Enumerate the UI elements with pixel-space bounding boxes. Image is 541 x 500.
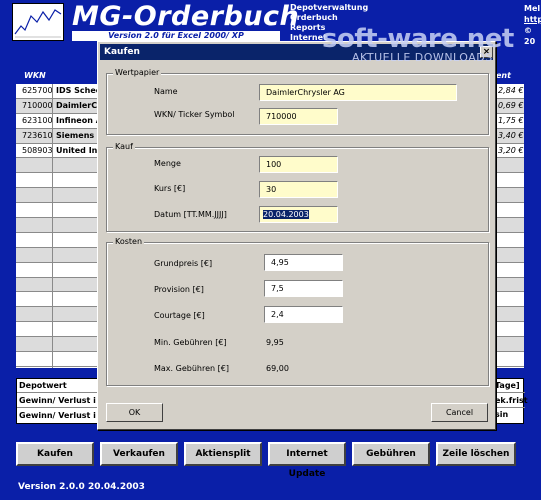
watermark-text: soft-ware.net <box>322 24 514 54</box>
wkn-label: WKN/ Ticker Symbol <box>154 110 235 119</box>
cell-right: 2,84 € <box>498 86 524 95</box>
cell-name: IDS Schee <box>56 86 102 95</box>
cell-right: 3,40 € <box>498 130 524 140</box>
max-gebuehren-value: 69,00 <box>266 364 289 373</box>
zeile-loeschen-button[interactable]: Zeile löschen <box>436 442 516 466</box>
grundpreis-field[interactable]: 4,95 <box>264 254 343 271</box>
provision-field[interactable]: 7,5 <box>264 280 343 297</box>
header-link[interactable]: http <box>524 14 541 25</box>
kauf-legend: Kauf <box>113 142 135 151</box>
cell-right: 3,20 € <box>498 145 524 155</box>
cell-name: Infineon A <box>56 115 102 125</box>
grid-header-wkn: WKN <box>24 71 46 80</box>
cell-wkn: 625700 <box>22 86 53 95</box>
internet-update-button[interactable]: Internet Update <box>268 442 346 479</box>
dialog-title: Kaufen <box>104 47 140 57</box>
grundpreis-label: Grundpreis [€] <box>154 259 213 268</box>
kosten-legend: Kosten <box>113 237 145 246</box>
cell-name: Siemens <box>56 130 95 140</box>
max-gebuehren-label: Max. Gebühren [€] <box>154 364 229 373</box>
grid-divider <box>52 84 53 368</box>
app-title: MG-Orderbuch <box>72 1 300 32</box>
kaufen-dialog: Kaufen × Wertpapier Name DaimlerChrysler… <box>97 41 496 430</box>
cell-wkn: 508903 <box>22 145 53 155</box>
cell-wkn: 623100 <box>22 115 53 125</box>
wkn-field[interactable]: 710000 <box>259 108 338 125</box>
gebuehren-button[interactable]: Gebühren <box>352 442 430 466</box>
app-subtitle: Version 2.0 für Excel 2000/ XP <box>72 31 280 41</box>
summary-label: Depotwert <box>19 381 67 390</box>
wertpapier-legend: Wertpapier <box>113 68 162 77</box>
provision-label: Provision [€] <box>154 285 204 294</box>
kurs-field[interactable]: 30 <box>259 181 338 198</box>
grid-header-right: ent <box>496 71 511 80</box>
courtage-label: Courtage [€] <box>154 311 205 320</box>
cell-wkn: 710000 <box>22 100 53 110</box>
menge-field[interactable]: 100 <box>259 156 338 173</box>
cell-right: 0,69 € <box>498 100 524 110</box>
version-label: Version 2.0.0 20.04.2003 <box>18 482 145 492</box>
cell-right: 1,75 € <box>498 115 524 125</box>
header-right-line: Mel <box>524 4 541 13</box>
cell-name: DaimlerC <box>56 100 98 110</box>
wertpapier-group: Wertpapier Name DaimlerChrysler AG WKN/ … <box>106 68 489 135</box>
cell-wkn: 723610 <box>22 130 53 140</box>
min-gebuehren-label: Min. Gebühren [€] <box>154 338 227 347</box>
menu-orderbuch[interactable]: Orderbuch <box>290 13 368 23</box>
datum-field-value: 20.04.2003 <box>263 210 309 219</box>
logo-chart-icon <box>12 3 64 41</box>
summary-label: Gewinn/ Verlust i <box>19 411 96 420</box>
verkaufen-button[interactable]: Verkaufen <box>100 442 178 466</box>
ok-button[interactable]: OK <box>106 403 163 422</box>
datum-label: Datum [TT.MM.JJJJ] <box>154 210 227 219</box>
menu-depotverwaltung[interactable]: Depotverwaltung <box>290 3 368 13</box>
cancel-button[interactable]: Cancel <box>431 403 488 422</box>
watermark-subtext: AKTUELLE DOWNLOADS <box>352 51 493 64</box>
kosten-group: Kosten Grundpreis [€] 4,95 Provision [€]… <box>106 237 489 386</box>
summary-right: Tage] <box>495 381 520 390</box>
header-right-info: Mel http © 20 <box>524 3 541 47</box>
courtage-field[interactable]: 2,4 <box>264 306 343 323</box>
datum-field[interactable]: 20.04.2003 <box>259 206 338 223</box>
summary-label: Gewinn/ Verlust i <box>19 396 96 405</box>
menge-label: Menge <box>154 159 181 168</box>
name-label: Name <box>154 87 178 96</box>
header-copyright: © 20 <box>524 26 536 46</box>
kurs-label: Kurs [€] <box>154 184 186 193</box>
cell-name: United Int <box>56 145 102 155</box>
name-field[interactable]: DaimlerChrysler AG <box>259 84 457 101</box>
kauf-group: Kauf Menge 100 Kurs [€] 30 Datum [TT.MM.… <box>106 142 489 232</box>
min-gebuehren-value: 9,95 <box>266 338 284 347</box>
kaufen-button[interactable]: Kaufen <box>16 442 94 466</box>
aktiensplit-button[interactable]: Aktiensplit <box>184 442 262 466</box>
